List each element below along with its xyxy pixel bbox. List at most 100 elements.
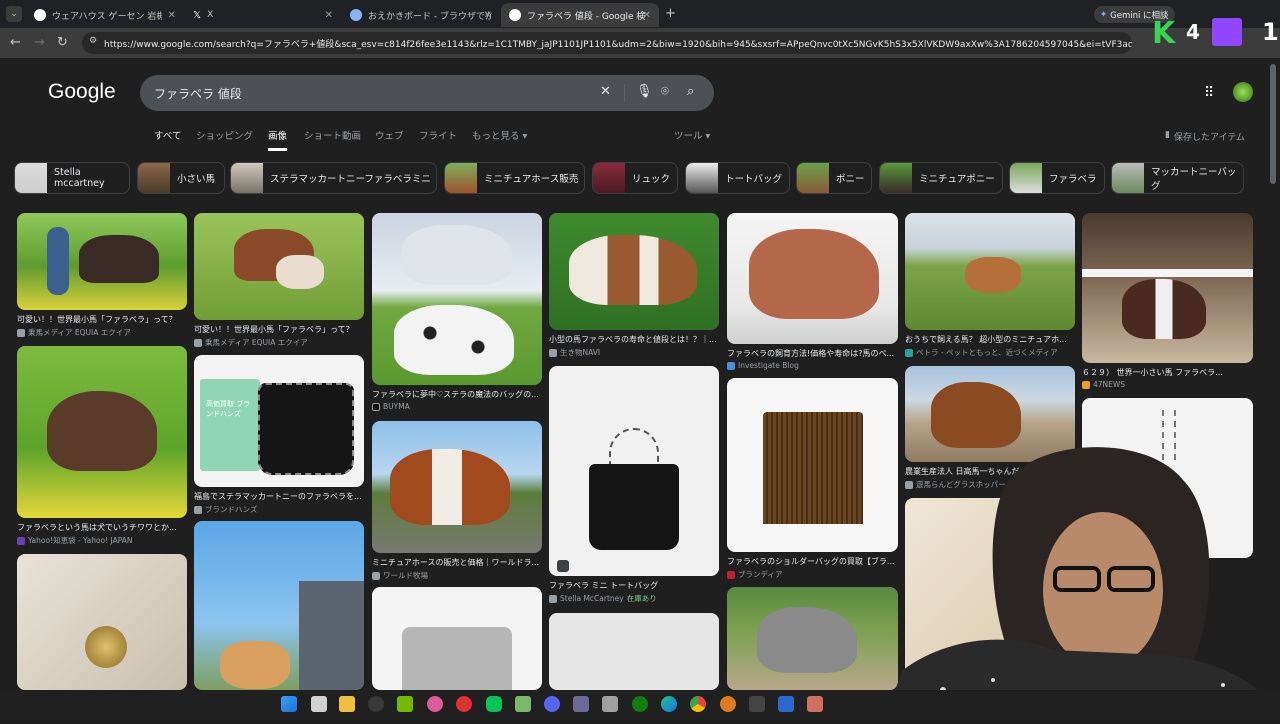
back-arrow-icon[interactable]: ← — [10, 35, 21, 50]
vivi-app-icon[interactable] — [515, 696, 531, 712]
image-result[interactable]: ファラベラという馬は犬でいうチワワとか... Yahoo!知恵袋 - Yahoo… — [17, 346, 187, 546]
search-input[interactable]: ファラベラ 値段 — [154, 85, 242, 102]
image-result[interactable] — [194, 521, 364, 690]
browser-tab[interactable]: ウェアハウス ゲーセン 岩槻 - Google ✕ — [26, 3, 184, 27]
app-icon[interactable] — [749, 696, 765, 712]
line-icon[interactable] — [486, 696, 502, 712]
file-explorer-icon[interactable] — [339, 696, 355, 712]
edge-icon[interactable] — [661, 696, 677, 712]
image-result[interactable] — [372, 587, 542, 690]
url-field[interactable]: ⚙ https://www.google.com/search?q=ファラベラ+… — [82, 32, 1132, 54]
result-thumbnail[interactable] — [194, 521, 364, 690]
result-thumbnail[interactable] — [17, 346, 187, 518]
clear-search-icon[interactable]: ✕ — [600, 84, 611, 99]
image-result[interactable]: ミニチュアホースの販売と価格｜ワールドラ... ワールド牧場 — [372, 421, 542, 581]
filter-chip[interactable]: ファラベラ — [1009, 162, 1105, 194]
filter-chip[interactable]: Stella mccartney — [14, 162, 130, 194]
result-thumbnail[interactable] — [194, 213, 364, 320]
image-result[interactable] — [727, 587, 898, 690]
new-tab-button[interactable]: + — [665, 6, 676, 21]
search-box[interactable]: ファラベラ 値段 ✕ 🎙 ⌾ ⌕ — [140, 75, 714, 111]
filter-chip[interactable]: 小さい馬 — [137, 162, 225, 194]
shopping-tag-icon — [557, 560, 569, 572]
image-result[interactable]: ファラベラの飼育方法!価格や寿命は?馬のペ... Investigate Blo… — [727, 213, 898, 370]
chip-thumbnail — [880, 163, 912, 193]
xbox-icon[interactable] — [632, 696, 648, 712]
image-result[interactable]: ファラベラに夢中♡ステラの魔法のバッグの... BUYMA — [372, 213, 542, 411]
nvidia-icon[interactable] — [397, 696, 413, 712]
image-result[interactable] — [549, 613, 719, 690]
app-icon[interactable] — [602, 696, 618, 712]
result-thumbnail[interactable] — [17, 213, 187, 310]
app-icon[interactable] — [778, 696, 794, 712]
tab-short-videos[interactable]: ショート動画 — [304, 128, 361, 142]
result-thumbnail[interactable] — [549, 613, 719, 690]
task-view-icon[interactable] — [311, 696, 327, 712]
apps-grid-icon[interactable]: ⠿ — [1204, 85, 1214, 101]
lips-app-icon[interactable] — [427, 696, 443, 712]
tab-all[interactable]: すべて — [154, 128, 181, 142]
result-thumbnail[interactable] — [372, 213, 542, 385]
filter-chip[interactable]: リュック — [592, 162, 678, 194]
image-result[interactable]: 小型の馬ファラベラの寿命と値段とは！？｜... 生き物NAVI — [549, 213, 719, 358]
app-icon[interactable] — [807, 696, 823, 712]
start-menu-icon[interactable] — [281, 696, 297, 712]
image-result[interactable]: 可愛い！！世界最小馬「ファラベラ」って？ 乗馬メディア EQUIA エクイア — [194, 213, 364, 348]
discord-icon[interactable] — [544, 696, 560, 712]
browser-tab[interactable]: 𝕏 X ✕ — [185, 3, 341, 27]
reload-icon[interactable]: ↻ — [57, 35, 68, 50]
result-thumbnail[interactable] — [549, 366, 719, 576]
filter-chip[interactable]: マッカートニーバッグ — [1111, 162, 1244, 194]
camera-search-icon[interactable]: ⌾ — [661, 84, 669, 99]
avatar[interactable] — [1233, 82, 1253, 102]
result-thumbnail[interactable] — [727, 587, 898, 690]
browser-tab[interactable]: おえかきボード - ブラウザでかんたん ✕ — [342, 3, 500, 27]
tab-shopping[interactable]: ショッピング — [196, 128, 253, 142]
search-icon[interactable]: ⌕ — [687, 84, 694, 99]
result-thumbnail[interactable] — [17, 554, 187, 690]
filter-chip[interactable]: ポニー — [796, 162, 872, 194]
tab-flights[interactable]: フライト — [419, 128, 457, 142]
browser-tab-active[interactable]: ファラベラ 値段 - Google 検索 ✕ — [501, 3, 659, 27]
obs-icon[interactable] — [368, 696, 384, 712]
page-scrollbar[interactable] — [1270, 64, 1276, 184]
filter-chip[interactable]: ミニチュアホース販売 — [444, 162, 585, 194]
close-tab-icon[interactable]: ✕ — [168, 10, 176, 21]
filter-chip[interactable]: ミニチュアポニー — [879, 162, 1003, 194]
saved-items-link[interactable]: ▮ 保存したアイテム — [1165, 130, 1245, 143]
google-logo[interactable]: Google — [48, 80, 116, 104]
result-thumbnail[interactable] — [727, 378, 898, 552]
tools-button[interactable]: ツール ▾ — [674, 128, 710, 142]
image-result[interactable]: 可愛い！！世界最小馬「ファラベラ」って？ 乗馬メディア EQUIA エクイア — [17, 213, 187, 338]
result-thumbnail[interactable]: 高価買取 ブランドハンズ — [194, 355, 364, 487]
result-thumbnail[interactable] — [549, 213, 719, 330]
close-tab-icon[interactable]: ✕ — [325, 10, 333, 21]
image-result[interactable]: 高価買取 ブランドハンズ 福島でステラマッカートニーのファラベラを... ブラン… — [194, 355, 364, 515]
image-result[interactable]: ファラベラのショルダーバッグの買取【ブラ... ブランディア — [727, 378, 898, 580]
result-thumbnail[interactable] — [372, 587, 542, 690]
result-thumbnail[interactable] — [727, 213, 898, 344]
chrome-icon[interactable] — [690, 696, 706, 712]
app-icon[interactable] — [720, 696, 736, 712]
image-result[interactable]: ６２９） 世界一小さい馬 ファラベラ... 47NEWS — [1082, 213, 1253, 389]
app-icon[interactable] — [573, 696, 589, 712]
filter-chip[interactable]: ステラマッカートニーファラベラミニ — [230, 162, 437, 194]
tab-web[interactable]: ウェブ — [375, 128, 404, 142]
image-result[interactable]: おうちで飼える馬？ 超小型のミニチュアホ... ペトラ - ペットともっと、近づ… — [905, 213, 1075, 358]
forward-arrow-icon[interactable]: → — [34, 35, 45, 50]
record-icon[interactable] — [456, 696, 472, 712]
result-thumbnail[interactable] — [1082, 213, 1253, 363]
site-info-icon[interactable]: ⚙ — [89, 36, 97, 46]
result-thumbnail[interactable] — [372, 421, 542, 553]
close-tab-icon[interactable]: ✕ — [484, 10, 492, 21]
tab-images[interactable]: 画像 — [268, 128, 288, 151]
close-tab-icon[interactable]: ✕ — [643, 10, 651, 21]
image-result[interactable]: ファラベラ ミニ トートバッグ Stella McCartney 在庫あり — [549, 366, 719, 604]
black-bag-shape — [258, 383, 354, 475]
microphone-icon[interactable]: 🎙 — [636, 84, 653, 99]
filter-chip[interactable]: トートバッグ — [685, 162, 790, 194]
result-thumbnail[interactable] — [905, 213, 1075, 330]
tab-more[interactable]: もっと見る ▾ — [472, 128, 527, 142]
tab-search-button[interactable]: ⌄ — [6, 6, 22, 22]
image-result[interactable] — [17, 554, 187, 690]
